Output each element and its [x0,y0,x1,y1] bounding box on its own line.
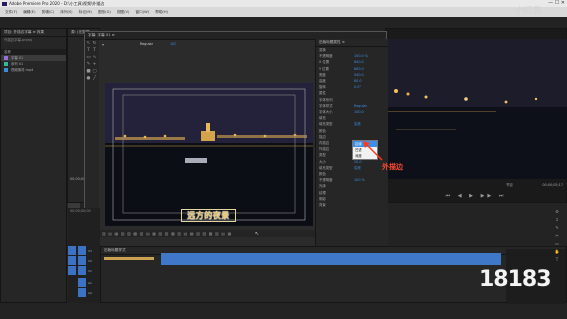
property-label: 填充 [319,116,326,121]
menu-graphics[interactable]: 图形(G) [98,10,111,14]
subtitle-text[interactable]: 远方的夜景 [182,210,235,221]
property-label: 属性 [319,91,326,96]
property-label: 填充类型 [319,122,333,127]
pen-tool-icon[interactable]: ✎ [86,62,91,67]
premiere-window: Adobe Premiere Pro 2020 - D:\小工具\视频\外描边 … [0,0,567,319]
line-tool-icon[interactable]: ╱ [92,76,97,81]
property-label: 颜色 [319,172,326,177]
legacy-title-editor: 字幕: 字幕 01 ≡ ↖ ↻ T T ▭ ∿ ✎ + ■ ▢ ● ╱ ▾ Re… [84,31,388,248]
property-label: X 位置 [319,60,330,65]
label-color-swatch [4,68,8,72]
track-label-v1: V1 [88,269,92,273]
properties-list: 变换 不透明度 100.0 % X 位置 640.0 Y 位置 600.0 宽度 540.0 高度… [316,47,388,208]
property-label: 外描边 [319,147,330,152]
path-text-tool-icon[interactable]: ∿ [92,55,97,60]
title-tools: ↖ ↻ T T ▭ ∿ ✎ + ■ ▢ ● ╱ [85,40,99,230]
track-lock-v3[interactable] [78,246,86,255]
track-lock-v2[interactable] [78,256,86,265]
menu-bar: 文件(F) 编辑(E) 剪辑(C) 序列(S) 标记(M) 图形(G) 视图(V… [0,7,567,17]
font-size-field[interactable]: 100 [170,41,176,47]
anchor-tool-icon[interactable]: + [92,62,97,67]
project-panel: 项目: 外描边字幕 ≡ 效果 外描边字幕.prproj 名称 字幕 01 序列 … [0,28,67,303]
property-label: 纹理 [319,190,326,195]
timeline-clip-v1[interactable] [161,253,501,265]
timeline-timecode: 00;00;00;00 [70,209,91,213]
track-target-v1[interactable] [68,266,76,275]
property-label: 不透明度 [319,54,333,59]
mouse-cursor-icon: ↖ [255,231,260,237]
menu-view[interactable]: 视图(V) [117,10,129,14]
menu-clip[interactable]: 剪辑(C) [42,10,55,14]
track-lock-a1[interactable] [78,278,86,287]
program-monitor: 节目 00;00;05;17 ⏮ ◀ ▶ ▶▶ ⏭ [385,28,567,203]
property-label: 内描边 [319,141,330,146]
program-video-frame [386,39,567,179]
window-title: Adobe Premiere Pro 2020 - D:\小工具\视频\外描边 [9,1,105,6]
menu-window[interactable]: 窗口(W) [136,10,150,14]
title-editor-toolbar: ▾ Regular 100 [100,41,300,49]
property-label: 变换 [319,48,326,52]
track-label-v2: V2 [88,259,92,263]
annotation-label: 外描边 [382,163,403,171]
menu-sequence[interactable]: 序列(S) [60,10,72,14]
property-label: 类型 [319,153,326,158]
property-label: 高度 [319,79,326,84]
property-label: 填充类型 [319,165,333,170]
track-label-a1: A1 [88,281,92,285]
track-label-a2: A2 [88,291,92,295]
property-row[interactable]: 背景 [316,202,388,208]
property-label: 宽度 [319,72,326,77]
rectangle-tool-icon[interactable]: ■ [86,69,91,74]
title-bar: Adobe Premiere Pro 2020 - D:\小工具\视频\外描边 [0,0,567,7]
property-label: 旋转 [319,85,326,90]
menu-help[interactable]: 帮助(H) [155,10,168,14]
menu-edit[interactable]: 编辑(E) [23,10,35,14]
alignment-buttons[interactable]: ▥▤▦▧▨▩▥▤▦▧▨▩▥▤▦▧▨▩▥▤▦ [102,231,312,236]
track-lock-v1[interactable] [78,266,86,275]
property-label: 背景 [319,203,326,208]
program-transport-controls[interactable]: ⏮ ◀ ▶ ▶▶ ⏭ [406,192,546,200]
timeline-playhead-marker[interactable] [104,257,154,260]
property-label: 字体样式 [319,103,333,108]
vertical-text-tool-icon[interactable]: T [92,48,97,53]
property-label: 字体系列 [319,97,333,102]
premiere-logo-icon [2,1,7,6]
font-dropdown-arrow-icon[interactable]: ▾ [102,42,104,47]
property-label: 字体大小 [319,110,333,115]
properties-tab[interactable]: 旧版标题属性 ≡ [316,39,388,47]
ellipse-tool-icon[interactable]: ● [86,76,91,81]
menu-file[interactable]: 文件(F) [5,10,17,14]
font-style-dropdown[interactable]: Regular [140,41,153,47]
timeline-track-headers: 00;00;00;00 V3 V2 V1 A1 A2 [68,208,100,303]
rounded-rect-tool-icon[interactable]: ▢ [92,69,97,74]
title-actions-strip: ▥▤▦▧▨▩▥▤▦▧▨▩▥▤▦▧▨▩▥▤▦ [100,230,315,237]
title-preview-canvas [105,83,313,226]
label-color-swatch [4,56,8,60]
track-label-v3: V3 [88,249,92,253]
label-color-swatch [4,62,8,66]
selection-tool-icon[interactable]: ↖ [86,41,91,46]
menu-marker[interactable]: 标记(M) [79,10,92,14]
rotate-tool-icon[interactable]: ↻ [92,41,97,46]
project-file-name: 外描边字幕.prproj [4,38,33,42]
corner-watermark: 小红鱼 [515,6,543,16]
track-target-v2[interactable] [68,256,76,265]
track-target-v3[interactable] [68,246,76,255]
window-controls[interactable]: — ☐ ✕ [548,0,565,7]
text-tool-icon[interactable]: T [86,48,91,53]
property-label: 描边 [319,134,326,139]
property-label: 大小 [319,159,326,164]
watermark-logo: 18183 [479,267,552,292]
project-tabs[interactable]: 项目: 外描边字幕 ≡ 效果 [1,29,66,37]
property-label: Y 位置 [319,66,329,71]
track-lock-a2[interactable] [78,288,86,297]
property-label: 阴影 [319,196,326,201]
area-text-tool-icon[interactable]: ▭ [86,55,91,60]
program-timecode: 00;00;05;17 [542,183,563,187]
property-label: 不透明度 [319,178,333,183]
property-label: 光泽 [319,184,326,189]
program-label: 节目 [506,183,513,187]
project-item[interactable]: 视频素材.mp4 [1,67,66,73]
property-label: 颜色 [319,128,326,133]
